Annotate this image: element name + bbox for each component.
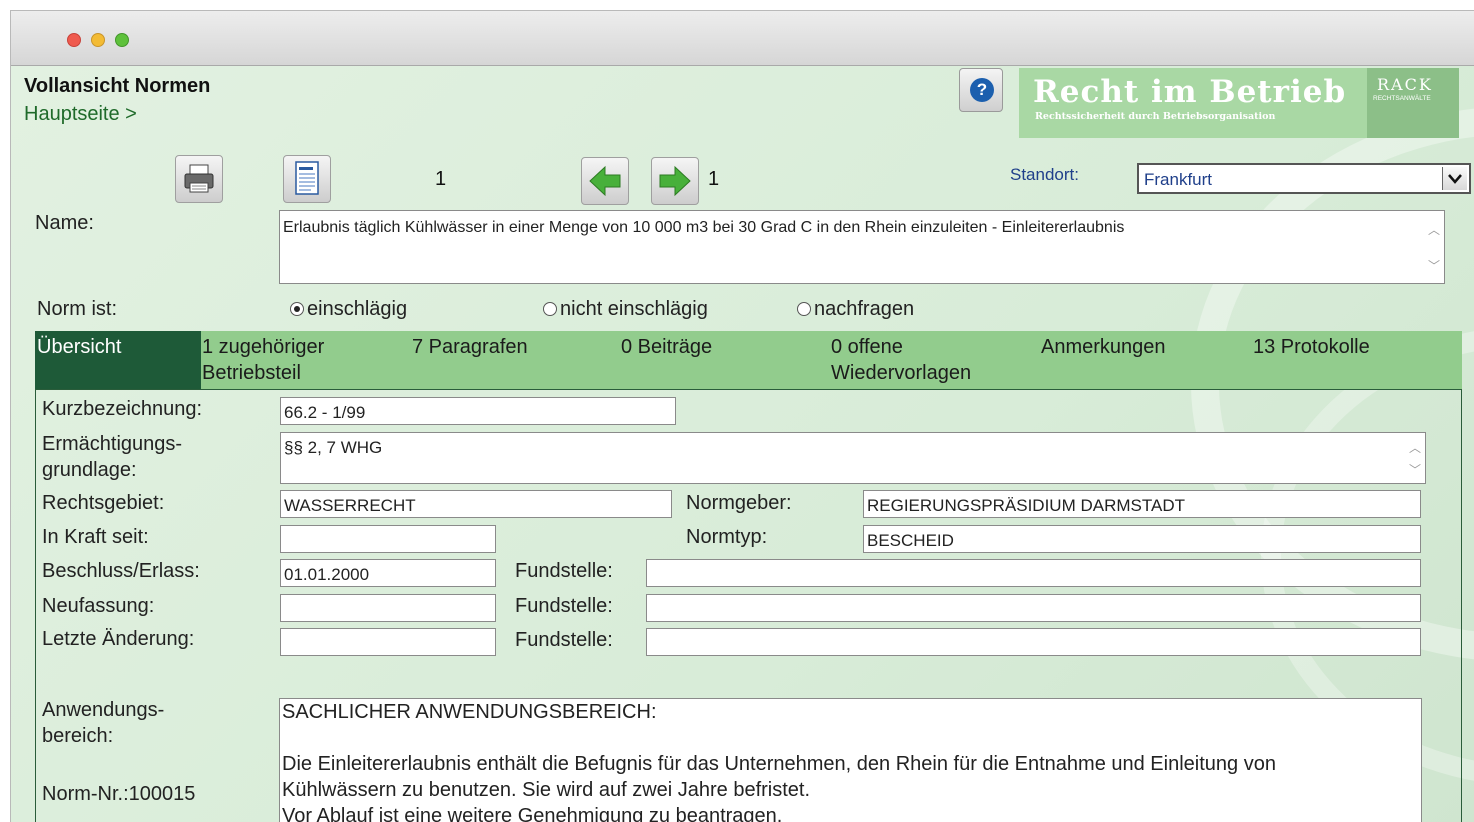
total-page-number: 1	[708, 168, 720, 190]
kurzbezeichnung-field[interactable]: 66.2 - 1/99	[280, 397, 676, 425]
field-value: WASSERRECHT	[284, 496, 416, 515]
radio-label: nachfragen	[814, 298, 915, 320]
content-area: Vollansicht Normen Hauptseite > ? Recht …	[11, 66, 1474, 822]
field-value: BESCHEID	[867, 531, 954, 550]
normgeber-label: Normgeber:	[686, 492, 792, 514]
scroll-down-icon[interactable]: ﹀	[1428, 257, 1440, 273]
scroll-up-icon[interactable]: ︿	[1409, 439, 1421, 455]
tab-betriebsteil[interactable]: 1 zugehöriger Betriebsteil	[202, 334, 392, 386]
in-kraft-label: In Kraft seit:	[42, 526, 149, 548]
printer-icon	[184, 164, 214, 193]
document-icon	[295, 161, 319, 195]
rechtsgebiet-label: Rechtsgebiet:	[42, 492, 165, 514]
tab-label: Übersicht	[37, 336, 122, 358]
app-window: Vollansicht Normen Hauptseite > ? Recht …	[10, 10, 1474, 822]
ermaechtigung-field[interactable]: §§ 2, 7 WHG ︿ ﹀	[280, 432, 1426, 484]
page-title: Vollansicht Normen	[24, 75, 211, 97]
tab-paragrafen[interactable]: 7 Paragrafen	[412, 334, 528, 360]
fundstelle-label: Fundstelle:	[515, 629, 613, 651]
breadcrumb-home-link[interactable]: Hauptseite >	[24, 103, 137, 126]
fundstelle-label: Fundstelle:	[515, 595, 613, 617]
name-value: Erlaubnis täglich Kühlwässer in einer Me…	[283, 219, 1125, 236]
previous-button[interactable]	[581, 157, 629, 205]
radio-unselected-icon	[797, 302, 811, 316]
in-kraft-field[interactable]	[280, 525, 496, 553]
normgeber-field[interactable]: REGIERUNGSPRÄSIDIUM DARMSTADT	[863, 490, 1421, 518]
scroll-up-icon[interactable]: ︿	[1428, 221, 1440, 237]
tab-uebersicht[interactable]: Übersicht	[35, 331, 201, 389]
tab-wiedervorlagen[interactable]: 0 offene Wiedervorlagen	[831, 334, 1006, 386]
rack-logo: RACK RECHTSANWÄLTE	[1367, 68, 1459, 138]
ermaechtigung-label-line1: Ermächtigungs-	[42, 433, 183, 455]
next-button[interactable]	[651, 157, 699, 205]
scroll-down-icon[interactable]: ﹀	[1409, 461, 1421, 477]
radio-label: nicht einschlägig	[560, 298, 708, 320]
arrow-left-icon	[589, 165, 621, 197]
field-value: REGIERUNGSPRÄSIDIUM DARMSTADT	[867, 496, 1185, 515]
minimize-window-button[interactable]	[91, 33, 105, 47]
radio-label: einschlägig	[307, 298, 408, 320]
fundstelle-label: Fundstelle:	[515, 560, 613, 582]
anwendungsbereich-textarea[interactable]: SACHLICHER ANWENDUNGSBEREICH: Die Einlei…	[279, 698, 1422, 822]
radio-einschlaegig[interactable]: einschlägig	[290, 298, 407, 321]
normtyp-field[interactable]: BESCHEID	[863, 525, 1421, 553]
field-value: §§ 2, 7 WHG	[284, 438, 383, 457]
name-textarea[interactable]: Erlaubnis täglich Kühlwässer in einer Me…	[279, 210, 1445, 284]
field-value: 66.2 - 1/99	[284, 403, 366, 422]
logo: Recht im Betrieb Rechtssicherheit durch …	[1019, 68, 1459, 138]
norm-ist-label: Norm ist:	[37, 298, 117, 320]
title-bar	[11, 11, 1474, 66]
help-button[interactable]: ?	[959, 68, 1003, 112]
beschluss-label: Beschluss/Erlass:	[42, 560, 200, 582]
standort-label: Standort:	[1010, 165, 1079, 184]
radio-unselected-icon	[543, 302, 557, 316]
tab-bar: Übersicht 1 zugehöriger Betriebsteil 7 P…	[35, 331, 1462, 389]
anwendung-label-line2: bereich:	[42, 725, 114, 747]
current-page-number: 1	[435, 168, 447, 190]
logo-subtitle: Rechtssicherheit durch Betriebsorganisat…	[1035, 111, 1276, 122]
name-label: Name:	[35, 212, 94, 234]
letzte-aenderung-field[interactable]	[280, 628, 496, 656]
kurzbezeichnung-label: Kurzbezeichnung:	[42, 398, 203, 420]
anwendung-label-line1: Anwendungs-	[42, 699, 165, 721]
text-line: SACHLICHER ANWENDUNGSBEREICH:	[282, 701, 657, 723]
radio-nicht-einschlaegig[interactable]: nicht einschlägig	[543, 298, 708, 321]
field-value: 01.01.2000	[284, 565, 370, 584]
norm-nr: Norm-Nr.:100015	[42, 783, 196, 805]
chevron-down-icon	[1442, 167, 1467, 190]
rechtsgebiet-field[interactable]: WASSERRECHT	[280, 490, 672, 518]
text-line: Die Einleitererlaubnis enthält die Befug…	[282, 753, 1276, 775]
zoom-window-button[interactable]	[115, 33, 129, 47]
rack-logo-subtext: RECHTSANWÄLTE	[1373, 95, 1431, 102]
text-line: Vor Ablauf ist eine weitere Genehmigung …	[282, 805, 783, 822]
neufassung-label: Neufassung:	[42, 595, 155, 617]
neufassung-fundstelle-field[interactable]	[646, 594, 1421, 622]
normtyp-label: Normtyp:	[686, 526, 768, 548]
neufassung-field[interactable]	[280, 594, 496, 622]
tab-protokolle[interactable]: 13 Protokolle	[1253, 334, 1370, 360]
standort-value: Frankfurt	[1144, 170, 1213, 189]
text-line: Kühlwässern zu benutzen. Sie wird auf zw…	[282, 779, 811, 801]
print-button[interactable]	[175, 155, 223, 203]
radio-nachfragen[interactable]: nachfragen	[797, 298, 914, 321]
logo-title: Recht im Betrieb	[1033, 74, 1347, 110]
ermaechtigung-label-line2: grundlage:	[42, 459, 137, 481]
rack-logo-text: RACK	[1377, 75, 1433, 94]
document-button[interactable]	[283, 155, 331, 203]
help-icon: ?	[970, 78, 994, 102]
radio-selected-icon	[290, 302, 304, 316]
letzte-aenderung-label: Letzte Änderung:	[42, 628, 195, 650]
beschluss-fundstelle-field[interactable]	[646, 559, 1421, 587]
beschluss-field[interactable]: 01.01.2000	[280, 559, 496, 587]
letzte-aenderung-fundstelle-field[interactable]	[646, 628, 1421, 656]
tab-beitraege[interactable]: 0 Beiträge	[621, 334, 712, 360]
standort-select[interactable]: Frankfurt	[1137, 163, 1471, 194]
tab-anmerkungen[interactable]: Anmerkungen	[1041, 334, 1166, 360]
close-window-button[interactable]	[67, 33, 81, 47]
arrow-right-icon	[659, 165, 691, 197]
